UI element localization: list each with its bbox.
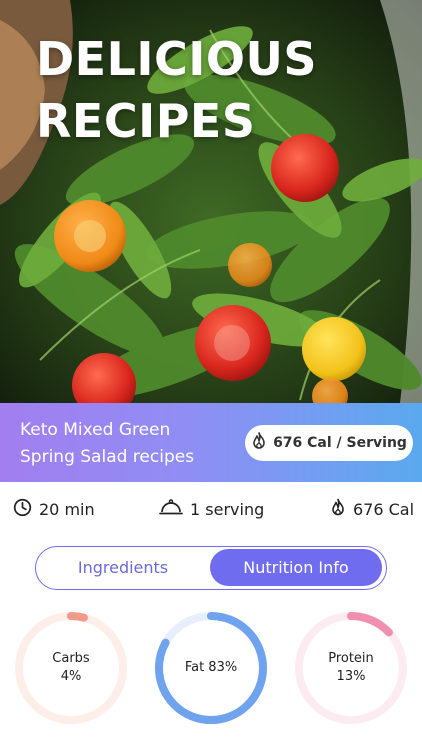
prep-time: 20 min	[13, 490, 95, 528]
protein-ring-label: Protein 13%	[293, 610, 409, 726]
flame-icon	[330, 498, 346, 521]
protein-ring: Protein 13%	[293, 610, 409, 726]
tab-nutrition-info[interactable]: Nutrition Info	[210, 549, 382, 586]
carbs-percent: 4%	[60, 669, 82, 684]
flame-icon	[251, 432, 267, 454]
carbs-name: Carbs	[52, 651, 90, 666]
protein-percent: 13%	[336, 669, 366, 684]
calories-per-serving-text: 676 Cal / Serving	[273, 435, 407, 451]
carbs-ring-label: Carbs 4%	[13, 610, 129, 726]
calories-per-serving-badge: 676 Cal / Serving	[245, 425, 413, 461]
calories: 676 Cal	[330, 490, 414, 528]
servings-text: 1 serving	[190, 499, 265, 519]
fat-ring-label: Fat 83%	[153, 610, 269, 726]
recipe-tabs: Ingredients Nutrition Info	[35, 546, 387, 590]
recipe-meta-row: 20 min 1 serving 676 Cal	[0, 490, 422, 528]
recipe-title: Keto Mixed Green Spring Salad recipes	[20, 417, 235, 471]
fat-percent: Fat 83%	[184, 660, 238, 675]
hero-title: DELICIOUS RECIPES	[36, 28, 416, 152]
recipe-title-line1: Keto Mixed Green	[20, 420, 171, 440]
tab-ingredients[interactable]: Ingredients	[38, 549, 208, 586]
calories-text: 676 Cal	[353, 499, 415, 519]
servings: 1 serving	[159, 490, 264, 528]
carbs-ring: Carbs 4%	[13, 610, 129, 726]
clock-icon	[13, 498, 32, 521]
recipe-title-line2: Spring Salad recipes	[20, 447, 195, 467]
recipe-banner: Keto Mixed Green Spring Salad recipes 67…	[0, 403, 422, 482]
hero-title-line2: RECIPES	[36, 94, 256, 148]
cloche-icon	[159, 498, 183, 520]
prep-time-text: 20 min	[39, 499, 95, 519]
fat-ring: Fat 83%	[153, 610, 269, 726]
hero-title-line1: DELICIOUS	[36, 32, 317, 86]
protein-name: Protein	[328, 651, 374, 666]
hero-image: DELICIOUS RECIPES	[0, 0, 422, 403]
